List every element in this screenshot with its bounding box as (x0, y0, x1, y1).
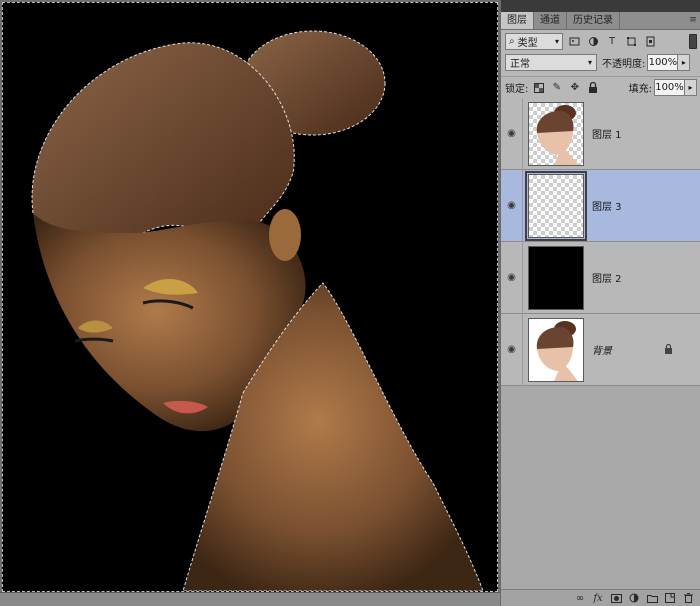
fill-dropdown-icon[interactable]: ▸ (685, 79, 697, 96)
blend-mode-select[interactable]: 正常 ▾ (505, 53, 597, 71)
smart-object-filter-icon[interactable] (642, 33, 658, 49)
adjustment-icon[interactable] (625, 590, 643, 606)
layer-thumbnail (525, 170, 587, 241)
chevron-down-icon: ▾ (587, 57, 592, 67)
layer-thumbnail (528, 317, 584, 382)
layer-row[interactable]: ◉ 图层 2 (501, 241, 700, 314)
panel-topbar (501, 0, 700, 12)
layer-thumbnail (528, 245, 584, 310)
opacity-input[interactable]: 100% (647, 53, 679, 71)
layer-name[interactable]: 图层 1 (592, 126, 622, 141)
tab-channels[interactable]: 通道 (534, 12, 567, 29)
adjustment-filter-icon[interactable] (585, 33, 601, 49)
trash-icon[interactable] (679, 590, 697, 606)
layer-row-selected[interactable]: ◉ 图层 3 (501, 169, 700, 242)
photoshop-workspace: 图层 通道 历史记录 ≡ ⌕ 类型 ▾ T 正常 ▾ 不透明度: 100% ▸ … (0, 0, 700, 606)
layers-list: ◉ 图层 1 ◉ 图层 3 ◉ 图层 2 ◉ 背景 (501, 97, 700, 386)
filter-kind-label: 类型 (517, 37, 538, 49)
panel-menu-icon[interactable]: ≡ (685, 12, 700, 29)
lock-label: 锁定: (505, 84, 529, 95)
blend-row: 正常 ▾ 不透明度: 100% ▸ (501, 52, 700, 72)
layer-name[interactable]: 图层 3 (592, 198, 622, 213)
chevron-down-icon: ▾ (554, 36, 559, 46)
eye-icon[interactable]: ◉ (501, 241, 523, 314)
fill-input[interactable]: 100% (654, 79, 685, 96)
mask-icon[interactable] (607, 590, 625, 606)
image-filter-icon[interactable] (566, 33, 582, 49)
type-filter-icon[interactable]: T (604, 33, 620, 49)
opacity-label: 不透明度: (602, 58, 646, 70)
canvas-area[interactable] (0, 0, 500, 606)
layer-row[interactable]: ◉ 背景 (501, 313, 700, 386)
layer-name[interactable]: 图层 2 (592, 270, 622, 285)
filter-toggle[interactable] (689, 33, 697, 49)
layer-name[interactable]: 背景 (592, 342, 612, 357)
opacity-dropdown-icon[interactable]: ▸ (678, 53, 691, 71)
new-layer-icon[interactable] (661, 590, 679, 606)
link-icon[interactable]: ∞ (571, 590, 589, 606)
eye-icon[interactable]: ◉ (501, 97, 523, 170)
layers-bottom-bar: ∞ fx (501, 589, 700, 606)
layer-row[interactable]: ◉ 图层 1 (501, 97, 700, 170)
eye-icon[interactable]: ◉ (501, 313, 523, 386)
lock-image-pixels-icon[interactable]: ✎ (549, 80, 564, 95)
lock-all-icon[interactable] (585, 80, 600, 95)
lock-row: 锁定: ✎ ✥ 填充: 100% ▸ (501, 76, 700, 96)
canvas-image (31, 30, 484, 591)
filter-row: ⌕ 类型 ▾ T (501, 31, 700, 51)
lock-transparent-pixels-icon[interactable] (531, 80, 546, 95)
search-icon: ⌕ (509, 35, 515, 47)
filter-kind-select[interactable]: ⌕ 类型 ▾ (505, 32, 563, 50)
layer-thumbnail (528, 101, 584, 166)
lock-position-icon[interactable]: ✥ (567, 80, 582, 95)
eye-icon[interactable]: ◉ (501, 169, 523, 242)
lock-icon (664, 343, 673, 357)
canvas-statusbar (0, 592, 500, 606)
fill-label: 填充: (628, 84, 652, 95)
blend-mode-value: 正常 (510, 58, 530, 70)
panel-tabs: 图层 通道 历史记录 ≡ (501, 12, 700, 30)
layers-panel: 图层 通道 历史记录 ≡ ⌕ 类型 ▾ T 正常 ▾ 不透明度: 100% ▸ … (500, 0, 700, 606)
tab-history[interactable]: 历史记录 (567, 12, 620, 29)
fx-icon[interactable]: fx (589, 590, 607, 606)
tab-layers[interactable]: 图层 (501, 12, 534, 29)
group-icon[interactable] (643, 590, 661, 606)
shape-filter-icon[interactable] (623, 33, 639, 49)
document-canvas[interactable] (2, 2, 498, 592)
layers-empty-area (501, 386, 700, 589)
